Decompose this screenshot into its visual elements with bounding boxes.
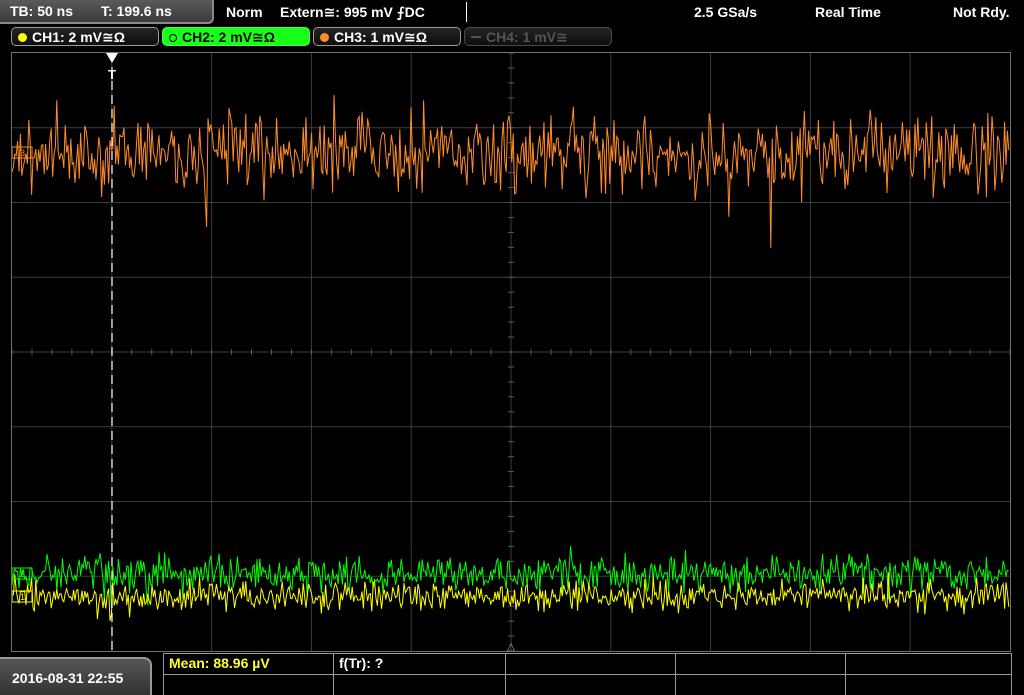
channel-2-dot-icon	[169, 34, 177, 42]
status-divider	[466, 2, 467, 22]
oscilloscope-screen: TB: 50 ns T: 199.6 ns Norm Extern≅: 995 …	[0, 0, 1024, 695]
trigger-point-marker-icon: △	[507, 640, 516, 651]
channel-2-level-label: 2	[20, 569, 25, 579]
channel-1-button[interactable]: CH1: 2 mV≅Ω	[11, 27, 159, 46]
datetime-box: 2016-08-31 22:55	[0, 657, 152, 695]
measurement-slot-8[interactable]	[505, 674, 675, 695]
measurement-rise-frequency[interactable]: f(Tr): ?	[333, 653, 505, 674]
channel-1-trace	[12, 572, 1010, 622]
measurement-slot-7[interactable]	[333, 674, 505, 695]
status-bar: TB: 50 ns T: 199.6 ns Norm Extern≅: 995 …	[0, 0, 1024, 24]
measurement-slot-10[interactable]	[845, 674, 1012, 695]
measurement-panel: Mean: 88.96 µV f(Tr): ?	[163, 653, 1012, 695]
trigger-position-arrow-icon[interactable]	[106, 53, 118, 63]
acquisition-status-label: Not Rdy.	[953, 4, 1010, 20]
measurement-mean[interactable]: Mean: 88.96 µV	[163, 653, 333, 674]
measurement-slot-4[interactable]	[675, 653, 845, 674]
channel-2-label: CH2: 2 mV≅Ω	[182, 29, 275, 45]
measurement-slot-6[interactable]	[163, 674, 333, 695]
channel-3-trace	[12, 94, 1010, 249]
channel-4-dash-icon	[471, 36, 481, 38]
measurement-mean-label: Mean: 88.96 µV	[169, 655, 270, 671]
channel-3-level-label: 3	[20, 148, 25, 158]
measurement-rise-frequency-label: f(Tr): ?	[339, 655, 384, 671]
measurement-slot-5[interactable]	[845, 653, 1012, 674]
trigger-marker-label: T	[108, 67, 116, 82]
measurement-slot-9[interactable]	[675, 674, 845, 695]
waveform-display[interactable]: T 3 2 1 △	[11, 52, 1011, 652]
channel-2-button[interactable]: CH2: 2 mV≅Ω	[162, 27, 310, 46]
channel-4-button[interactable]: CH4: 1 mV≅	[464, 27, 612, 46]
trigger-mode-label[interactable]: Norm	[226, 0, 263, 24]
channel-1-dot-icon	[18, 33, 27, 42]
channel-4-label: CH4: 1 mV≅	[486, 29, 568, 45]
channel-1-label: CH1: 2 mV≅Ω	[32, 29, 125, 45]
acquisition-mode-label[interactable]: Real Time	[815, 0, 881, 24]
waveform-canvas: T 3 2 1 △	[12, 53, 1010, 651]
timebase-label: TB: 50 ns	[10, 3, 74, 19]
channel-3-label: CH3: 1 mV≅Ω	[334, 29, 427, 45]
trigger-time-label: T: 199.6 ns	[101, 3, 172, 19]
trigger-source-label[interactable]: Extern≅: 995 mV ⨍DC	[280, 0, 425, 24]
timebase-box[interactable]: TB: 50 ns T: 199.6 ns	[0, 0, 214, 24]
measurement-slot-3[interactable]	[505, 653, 675, 674]
channel-3-button[interactable]: CH3: 1 mV≅Ω	[313, 27, 461, 46]
sample-rate-label[interactable]: 2.5 GSa/s	[694, 0, 757, 24]
datetime-label: 2016-08-31 22:55	[12, 670, 124, 686]
channel-1-level-label: 1	[20, 592, 25, 602]
channel-3-dot-icon	[320, 33, 329, 42]
